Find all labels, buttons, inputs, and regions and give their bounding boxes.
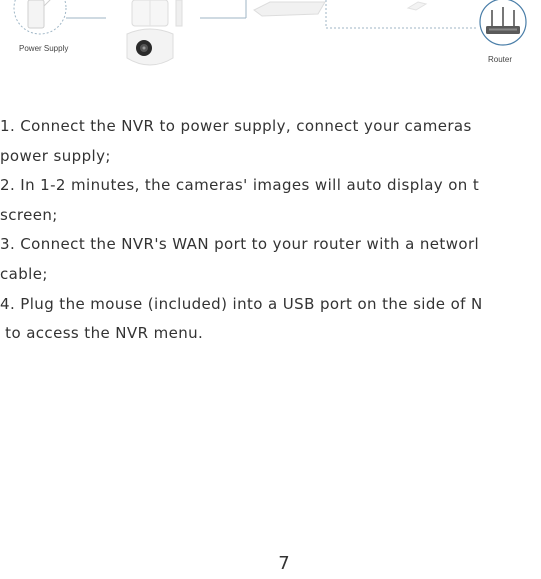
instruction-line: cable; [0,264,48,283]
instruction-line: 3. Connect the NVR's WAN port to your ro… [0,235,480,254]
instruction-line: screen; [0,205,58,224]
power-adapter-icon [13,0,67,35]
router-icon [479,0,527,46]
instruction-line: to access the NVR menu. [0,324,204,343]
connection-diagram-art [13,0,527,66]
power-supply-label: Power Supply [19,44,69,53]
nvr-icon [253,1,428,17]
page-number: 7 [278,553,290,574]
connection-diagram: Power Supply Router [0,0,541,75]
router-label: Router [488,55,513,64]
instruction-line: 2. In 1-2 minutes, the cameras' images w… [0,176,480,195]
instruction-list: 1. Connect the NVR to power supply, conn… [0,112,541,349]
instruction-line: 4. Plug the mouse (included) into a USB … [0,294,483,313]
ptz-camera-icon [126,0,183,66]
instruction-line: 1. Connect the NVR to power supply, conn… [0,117,472,135]
instruction-line: power supply; [0,146,111,165]
